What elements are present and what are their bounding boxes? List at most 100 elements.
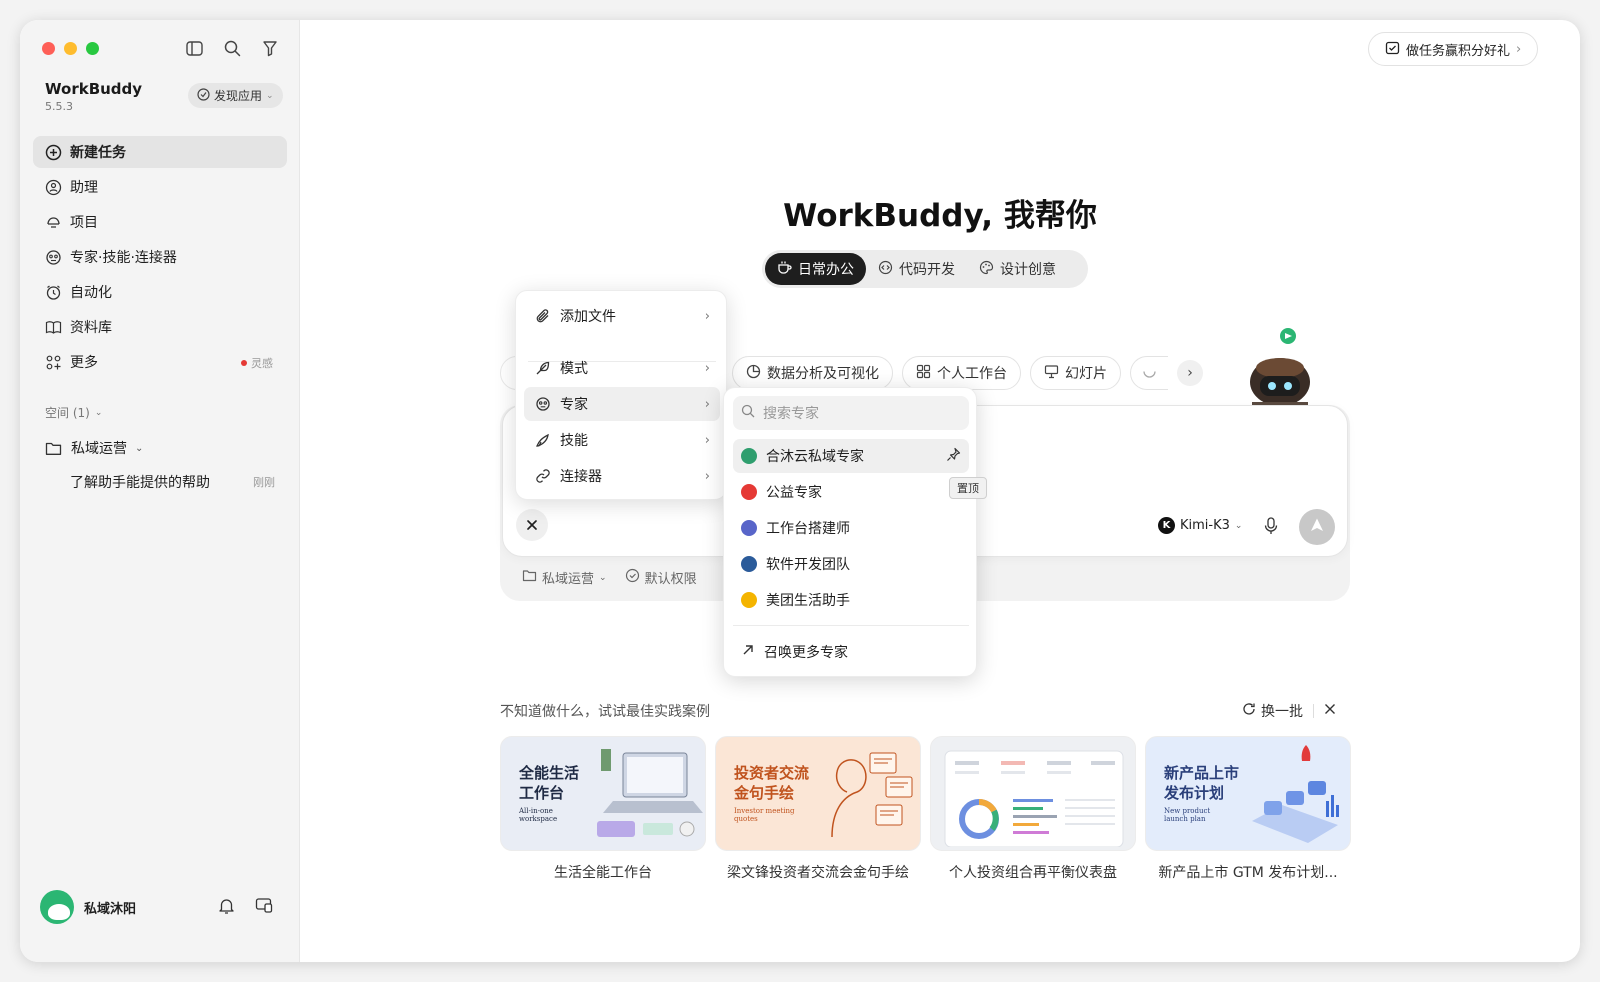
dashboard-illustration-icon	[944, 750, 1124, 847]
expert-submenu: 搜索专家 合沐云私域专家 公益专家 工作台搭建师 软件开发团队 美团生活助手 召…	[723, 387, 977, 677]
suggestion-card[interactable]: 新产品上市 发布计划 New product launch plan 新产品上市…	[1145, 736, 1351, 882]
code-icon	[878, 260, 893, 279]
close-window-button[interactable]	[42, 42, 55, 55]
link-icon	[534, 467, 552, 485]
refresh-button[interactable]: 换一批	[1242, 701, 1303, 721]
close-menu-button[interactable]	[516, 509, 548, 541]
chip-partial[interactable]	[1130, 356, 1168, 390]
card-art-subtitle: New product launch plan	[1164, 807, 1211, 823]
close-icon[interactable]	[1324, 703, 1336, 719]
chip-slides[interactable]: 幻灯片	[1030, 356, 1121, 390]
tab-daily-office[interactable]: 日常办公	[765, 253, 866, 285]
window-controls	[42, 42, 99, 55]
menu-item-label: 添加文件	[560, 309, 616, 325]
paperclip-icon	[534, 307, 552, 325]
sidebar-item-label: 专家·技能·连接器	[70, 250, 177, 266]
sidebar-item-label: 资料库	[70, 320, 112, 336]
sidebar-item-new-task[interactable]: 新建任务	[33, 136, 287, 168]
filter-icon[interactable]	[260, 38, 280, 58]
tab-design[interactable]: 设计创意	[967, 253, 1068, 285]
mode-tabs: 日常办公 代码开发 设计创意	[762, 250, 1088, 288]
chips-next-button[interactable]: ›	[1177, 360, 1203, 386]
kimi-logo-icon: K	[1158, 517, 1175, 534]
zoom-window-button[interactable]	[86, 42, 99, 55]
task-item[interactable]: 了解助手能提供的帮助 刚刚	[70, 471, 275, 493]
card-caption: 个人投资组合再平衡仪表盘	[949, 865, 1117, 881]
palette-icon	[979, 260, 994, 279]
workspace-folder-selector[interactable]: 私域运营 ⌄	[522, 568, 607, 587]
expert-item[interactable]: 合沐云私域专家	[733, 439, 969, 473]
menu-item-label: 模式	[560, 361, 588, 377]
discover-apps-button[interactable]: 发现应用 ⌄	[188, 83, 283, 108]
user-profile[interactable]: 私域沐阳	[40, 890, 136, 924]
minimize-window-button[interactable]	[64, 42, 77, 55]
plus-circle-icon	[44, 143, 62, 161]
microphone-icon[interactable]	[1264, 517, 1278, 539]
pin-icon[interactable]	[946, 447, 961, 466]
sidebar-toggle-icon[interactable]	[184, 38, 204, 58]
menu-item-label: 连接器	[560, 469, 602, 485]
expert-item[interactable]: 公益专家	[733, 475, 969, 509]
chip-data-analysis[interactable]: 数据分析及可视化	[732, 356, 893, 390]
close-icon	[526, 516, 538, 535]
sidebar-item-library[interactable]: 资料库	[33, 311, 287, 343]
tab-code-dev[interactable]: 代码开发	[866, 253, 967, 285]
app-window: WorkBuddy 5.5.3 发现应用 ⌄ 新建任务 助理 项目 专家·技能·…	[20, 20, 1580, 962]
model-label: Kimi-K3	[1180, 518, 1230, 533]
suggestion-card[interactable]: 全能生活 工作台 All-in-one workspace 生活全能工作台	[500, 736, 706, 882]
red-dot-icon	[241, 360, 247, 366]
sidebar-item-more[interactable]: 更多 灵感	[33, 346, 287, 378]
send-arrow-icon	[1309, 517, 1325, 537]
expert-item[interactable]: 软件开发团队	[733, 547, 969, 581]
refresh-label: 换一批	[1261, 704, 1303, 720]
refresh-icon	[1242, 702, 1256, 720]
model-selector[interactable]: K Kimi-K3 ⌄	[1158, 517, 1242, 534]
space-section-toggle[interactable]: 空间 (1) ⌄	[45, 404, 102, 421]
suggestion-card[interactable]: 投资者交流 金句手绘 Investor meeting quotes 梁文锋投资…	[715, 736, 921, 882]
send-button[interactable]	[1299, 509, 1335, 545]
device-icon[interactable]	[255, 897, 273, 919]
expert-label: 公益专家	[766, 485, 822, 501]
menu-item-mode[interactable]: 模式 ›	[524, 351, 720, 385]
card-thumbnail: 新产品上市 发布计划 New product launch plan	[1145, 736, 1351, 851]
summon-more-experts[interactable]: 召唤更多专家	[733, 635, 969, 669]
sidebar-item-assistant[interactable]: 助理	[33, 171, 287, 203]
space-folder[interactable]: 私域运营 ⌄	[45, 436, 285, 460]
coffee-icon	[777, 260, 792, 279]
expert-icon	[44, 248, 62, 266]
permission-selector[interactable]: 默认权限	[625, 568, 697, 587]
task-time: 刚刚	[253, 476, 275, 489]
menu-item-add-file[interactable]: 添加文件 ›	[524, 299, 720, 333]
expert-label: 工作台搭建师	[766, 521, 850, 537]
chevron-down-icon: ⌄	[94, 407, 103, 418]
reward-tasks-button[interactable]: 做任务赢积分好礼 ›	[1368, 32, 1539, 66]
suggestion-card[interactable]: 个人投资组合再平衡仪表盘	[930, 736, 1136, 882]
chevron-right-icon: ›	[704, 396, 710, 412]
expert-search-input[interactable]: 搜索专家	[733, 396, 969, 430]
space-label: 空间 (1)	[45, 406, 90, 420]
card-caption: 生活全能工作台	[554, 865, 652, 881]
menu-item-connector[interactable]: 连接器 ›	[524, 459, 720, 493]
chevron-down-icon: ⌄	[266, 90, 274, 101]
card-caption: 梁文锋投资者交流会金句手绘	[727, 865, 909, 881]
expert-item[interactable]: 工作台搭建师	[733, 511, 969, 545]
arrow-up-right-icon	[741, 643, 755, 661]
sidebar-item-project[interactable]: 项目	[33, 206, 287, 238]
sketch-portrait-icon	[831, 752, 913, 838]
menu-item-skill[interactable]: 技能 ›	[524, 423, 720, 457]
composer-footer: 私域运营 ⌄ 默认权限	[522, 568, 697, 587]
suggestion-cards: 全能生活 工作台 All-in-one workspace 生活全能工作台 投资…	[500, 736, 1351, 882]
chevron-right-icon: ›	[704, 468, 710, 484]
chip-workspace[interactable]: 个人工作台	[902, 356, 1021, 390]
skill-icon	[534, 431, 552, 449]
expert-item[interactable]: 美团生活助手	[733, 583, 969, 617]
grid-icon	[44, 353, 62, 371]
chevron-right-icon: ›	[1516, 41, 1522, 57]
menu-item-expert[interactable]: 专家 ›	[524, 387, 720, 421]
bell-icon[interactable]	[218, 897, 235, 919]
tab-label: 设计创意	[1000, 262, 1056, 278]
sidebar-item-experts[interactable]: 专家·技能·连接器	[33, 241, 287, 273]
chevron-down-icon: ⌄	[599, 572, 607, 583]
search-icon[interactable]	[222, 38, 242, 58]
sidebar-item-automation[interactable]: 自动化	[33, 276, 287, 308]
